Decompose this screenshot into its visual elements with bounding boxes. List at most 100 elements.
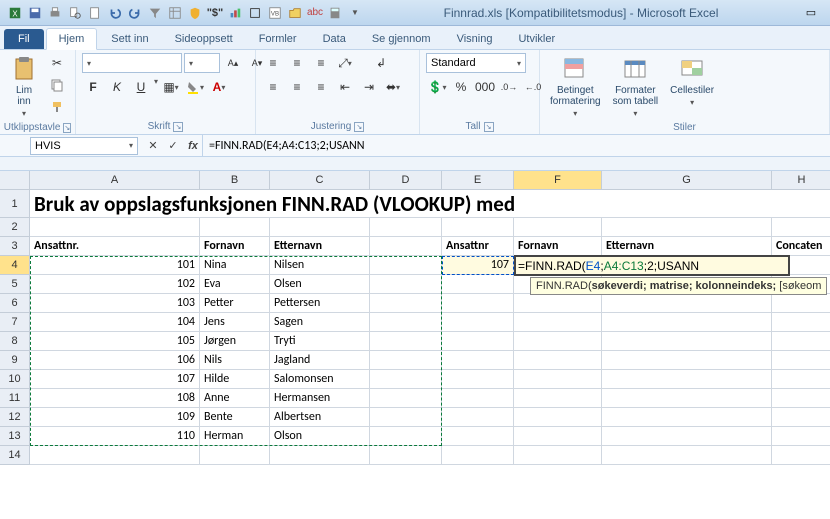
- cell[interactable]: [370, 370, 442, 389]
- select-all-corner[interactable]: [0, 171, 30, 190]
- font-size-select[interactable]: ▾: [184, 53, 220, 73]
- cell[interactable]: [514, 332, 602, 351]
- cell[interactable]: [514, 218, 602, 237]
- format-painter-icon[interactable]: [46, 97, 68, 117]
- undo-icon[interactable]: [106, 4, 124, 22]
- increase-decimal-icon[interactable]: .0→: [498, 77, 520, 97]
- col-header[interactable]: B: [200, 171, 270, 190]
- row-header[interactable]: 3: [0, 237, 30, 256]
- col-header[interactable]: A: [30, 171, 200, 190]
- cell[interactable]: [514, 408, 602, 427]
- cell-styles-button[interactable]: Cellestiler▾: [666, 53, 718, 109]
- dialog-launcher-icon[interactable]: ↘: [63, 123, 71, 133]
- cut-icon[interactable]: ✂: [46, 53, 68, 73]
- row-header[interactable]: 6: [0, 294, 30, 313]
- qat-customize-icon[interactable]: ▼: [346, 4, 364, 22]
- cell[interactable]: Hilde: [200, 370, 270, 389]
- orientation-icon[interactable]: ⤢▾: [334, 53, 356, 73]
- row-header[interactable]: 5: [0, 275, 30, 294]
- shield-icon[interactable]: [186, 4, 204, 22]
- cell[interactable]: Olsen: [270, 275, 370, 294]
- cell[interactable]: Eva: [200, 275, 270, 294]
- col-header[interactable]: F: [514, 171, 602, 190]
- name-box[interactable]: HVIS▾: [30, 137, 138, 155]
- bold-button[interactable]: F: [82, 77, 104, 97]
- formula-input[interactable]: =FINN.RAD(E4;A4:C13;2;USANN: [202, 135, 830, 156]
- cell[interactable]: [442, 351, 514, 370]
- save-icon[interactable]: [26, 4, 44, 22]
- cell[interactable]: 102: [30, 275, 200, 294]
- cell[interactable]: 110: [30, 427, 200, 446]
- cell[interactable]: [442, 218, 514, 237]
- cell[interactable]: Herman: [200, 427, 270, 446]
- underline-button[interactable]: U: [130, 77, 152, 97]
- cell[interactable]: [442, 332, 514, 351]
- cell[interactable]: [772, 294, 830, 313]
- percent-format-icon[interactable]: %: [450, 77, 472, 97]
- dialog-launcher-icon[interactable]: ↘: [354, 122, 364, 132]
- cell[interactable]: [772, 332, 830, 351]
- tab-sideoppsett[interactable]: Sideoppsett: [163, 29, 245, 49]
- cell[interactable]: [772, 389, 830, 408]
- macros-icon[interactable]: VB: [266, 4, 284, 22]
- cell[interactable]: 107: [442, 256, 514, 275]
- cell[interactable]: 107: [30, 370, 200, 389]
- minimize-ribbon-icon[interactable]: ▭: [798, 4, 824, 22]
- chart-icon[interactable]: [226, 4, 244, 22]
- number-format-select[interactable]: Standard▾: [426, 53, 526, 73]
- cell[interactable]: [442, 427, 514, 446]
- cell[interactable]: Fornavn: [514, 237, 602, 256]
- currency-icon[interactable]: "$": [206, 4, 224, 22]
- cell[interactable]: [772, 446, 830, 465]
- cell[interactable]: Sagen: [270, 313, 370, 332]
- cell[interactable]: [514, 370, 602, 389]
- fill-color-button[interactable]: ▾: [184, 77, 206, 97]
- open-icon[interactable]: [286, 4, 304, 22]
- align-center-icon[interactable]: ≡: [286, 77, 308, 97]
- cell[interactable]: [370, 389, 442, 408]
- cell[interactable]: Etternavn: [602, 237, 772, 256]
- align-right-icon[interactable]: ≡: [310, 77, 332, 97]
- cell[interactable]: Concaten: [772, 237, 830, 256]
- align-bottom-icon[interactable]: ≡: [310, 53, 332, 73]
- cell[interactable]: [442, 389, 514, 408]
- row-header[interactable]: 7: [0, 313, 30, 332]
- cell[interactable]: Bruk av oppslagsfunksjonen FINN.RAD (VLO…: [30, 190, 830, 218]
- cell[interactable]: [602, 408, 772, 427]
- tab-settinn[interactable]: Sett inn: [99, 29, 160, 49]
- cell[interactable]: [772, 408, 830, 427]
- cell[interactable]: Tryti: [270, 332, 370, 351]
- cell[interactable]: [442, 294, 514, 313]
- worksheet[interactable]: A B C D E F G H 1 Bruk av oppslagsfunksj…: [0, 171, 830, 465]
- cell[interactable]: [370, 294, 442, 313]
- row-header[interactable]: 4: [0, 256, 30, 275]
- cell[interactable]: Etternavn: [270, 237, 370, 256]
- cell[interactable]: Albertsen: [270, 408, 370, 427]
- align-left-icon[interactable]: ≡: [262, 77, 284, 97]
- cell[interactable]: [442, 446, 514, 465]
- cell[interactable]: [514, 446, 602, 465]
- cell[interactable]: [602, 351, 772, 370]
- cell[interactable]: 101: [30, 256, 200, 275]
- decrease-indent-icon[interactable]: ⇤: [334, 77, 356, 97]
- tab-segjennom[interactable]: Se gjennom: [360, 29, 443, 49]
- cell[interactable]: [370, 256, 442, 275]
- cell[interactable]: [514, 351, 602, 370]
- print-preview-icon[interactable]: [66, 4, 84, 22]
- cell[interactable]: Bente: [200, 408, 270, 427]
- tab-utvikler[interactable]: Utvikler: [506, 29, 567, 49]
- cell[interactable]: [370, 408, 442, 427]
- cell[interactable]: 104: [30, 313, 200, 332]
- cell[interactable]: [270, 446, 370, 465]
- cell[interactable]: [30, 446, 200, 465]
- row-header[interactable]: 10: [0, 370, 30, 389]
- cell[interactable]: [370, 427, 442, 446]
- accounting-format-icon[interactable]: 💲▾: [426, 77, 448, 97]
- cell[interactable]: 105: [30, 332, 200, 351]
- font-color-button[interactable]: A▾: [208, 77, 230, 97]
- cell[interactable]: [514, 313, 602, 332]
- paste-button[interactable]: Lim inn ▾: [6, 53, 42, 120]
- new-icon[interactable]: [86, 4, 104, 22]
- col-header[interactable]: D: [370, 171, 442, 190]
- cell[interactable]: Nilsen: [270, 256, 370, 275]
